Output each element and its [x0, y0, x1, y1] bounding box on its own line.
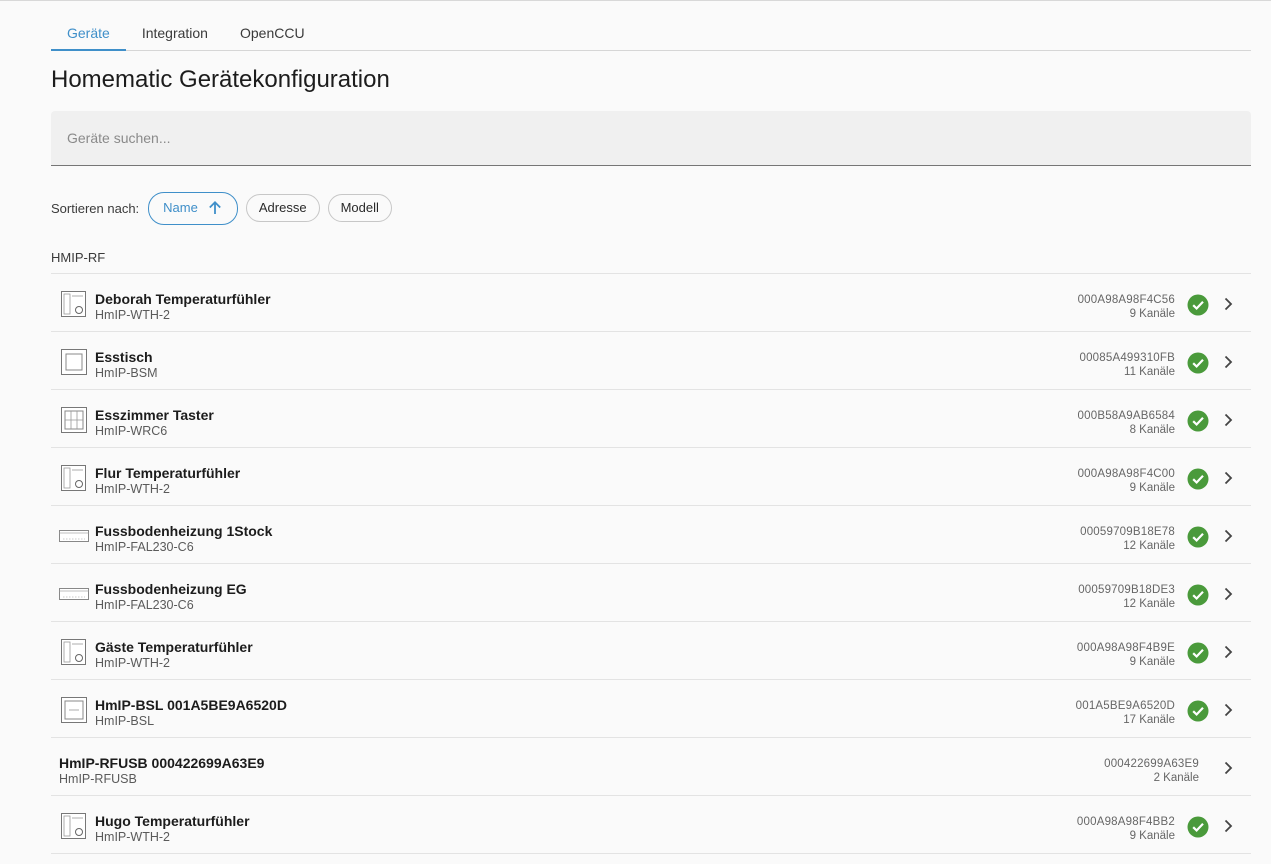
top-divider: [0, 0, 1271, 1]
device-row[interactable]: Deborah Temperaturfühler HmIP-WTH-2 000A…: [51, 274, 1251, 332]
device-address: 000422699A63E9: [1104, 758, 1199, 770]
device-name: Fussbodenheizung EG: [95, 581, 247, 597]
device-model: HmIP-WRC6: [95, 424, 168, 438]
device-channels: 8 Kanäle: [1129, 424, 1175, 436]
device-channels: 9 Kanäle: [1129, 830, 1175, 842]
device-model: HmIP-BSM: [95, 366, 158, 380]
device-channels: 9 Kanäle: [1129, 482, 1175, 494]
device-address: 00059709B18DE3: [1078, 584, 1175, 596]
device-channels: 2 Kanäle: [1153, 772, 1199, 784]
wall-switch-icon: [59, 347, 89, 377]
device-model: HmIP-WTH-2: [95, 308, 170, 322]
check-circle-icon: [1187, 584, 1209, 606]
chevron-right-icon[interactable]: [1221, 297, 1235, 311]
device-address: 001A5BE9A6520D: [1075, 700, 1175, 712]
device-model: HmIP-WTH-2: [95, 656, 170, 670]
check-circle-icon: [1187, 526, 1209, 548]
device-channels: 12 Kanäle: [1123, 540, 1175, 552]
floor-heating-actuator-icon: [59, 579, 89, 609]
check-circle-icon: [1187, 700, 1209, 722]
device-model: HmIP-WTH-2: [95, 830, 170, 844]
chevron-right-icon[interactable]: [1221, 413, 1235, 427]
device-channels: 9 Kanäle: [1129, 656, 1175, 668]
device-address: 000B58A9AB6584: [1077, 410, 1175, 422]
switch-actuator-icon: [59, 695, 89, 725]
remote-6-button-icon: [59, 405, 89, 435]
device-address: 000A98A98F4C00: [1077, 468, 1175, 480]
device-address: 000A98A98F4B9E: [1076, 642, 1175, 654]
device-row[interactable]: Hugo Temperaturfühler HmIP-WTH-2 000A98A…: [51, 796, 1251, 854]
device-row[interactable]: HmIP-BSL 001A5BE9A6520D HmIP-BSL 001A5BE…: [51, 680, 1251, 738]
check-circle-icon: [1187, 816, 1209, 838]
device-name: HmIP-RFUSB 000422699A63E9: [59, 755, 265, 771]
chevron-right-icon[interactable]: [1221, 529, 1235, 543]
tab-openccu[interactable]: OpenCCU: [224, 18, 321, 50]
chevron-right-icon[interactable]: [1221, 819, 1235, 833]
thermostat-icon: [59, 463, 89, 493]
device-name: Gäste Temperaturfühler: [95, 639, 253, 655]
device-row[interactable]: Esszimmer Taster HmIP-WRC6 000B58A9AB658…: [51, 390, 1251, 448]
device-row[interactable]: Fussbodenheizung 1Stock HmIP-FAL230-C6 0…: [51, 506, 1251, 564]
chevron-right-icon[interactable]: [1221, 703, 1235, 717]
device-model: HmIP-BSL: [95, 714, 155, 728]
page-title: Homematic Gerätekonfiguration: [51, 66, 390, 93]
arrow-up-icon: [207, 200, 223, 216]
check-circle-icon: [1187, 352, 1209, 374]
chevron-right-icon[interactable]: [1221, 587, 1235, 601]
chevron-right-icon[interactable]: [1221, 645, 1235, 659]
device-row[interactable]: Fussbodenheizung EG HmIP-FAL230-C6 00059…: [51, 564, 1251, 622]
sort-bar: Sortieren nach: Name Adresse Modell: [51, 191, 400, 225]
chevron-right-icon[interactable]: [1221, 761, 1235, 775]
device-name: Esszimmer Taster: [95, 407, 214, 423]
thermostat-icon: [59, 637, 89, 667]
device-address: 000A98A98F4C56: [1077, 294, 1175, 306]
chevron-right-icon[interactable]: [1221, 355, 1235, 369]
check-circle-icon: [1187, 468, 1209, 490]
device-row[interactable]: Flur Temperaturfühler HmIP-WTH-2 000A98A…: [51, 448, 1251, 506]
thermostat-icon: [59, 811, 89, 841]
device-channels: 17 Kanäle: [1123, 714, 1175, 726]
device-address: 00059709B18E78: [1080, 526, 1175, 538]
device-address: 00085A499310FB: [1079, 352, 1175, 364]
check-circle-icon: [1187, 642, 1209, 664]
tab-geraete[interactable]: Geräte: [51, 18, 126, 51]
device-model: HmIP-FAL230-C6: [95, 540, 194, 554]
tab-integration[interactable]: Integration: [126, 18, 224, 50]
device-list: Deborah Temperaturfühler HmIP-WTH-2 000A…: [51, 273, 1251, 854]
device-name: Deborah Temperaturfühler: [95, 291, 271, 307]
check-circle-icon: [1187, 410, 1209, 432]
device-model: HmIP-FAL230-C6: [95, 598, 194, 612]
search-input[interactable]: [51, 111, 1251, 165]
group-header: HMIP-RF: [51, 250, 106, 265]
device-name: Flur Temperaturfühler: [95, 465, 241, 481]
sort-chip-name[interactable]: Name: [148, 191, 238, 225]
tab-bar: Geräte Integration OpenCCU: [51, 18, 1251, 51]
floor-heating-actuator-icon: [59, 521, 89, 551]
device-row[interactable]: Gäste Temperaturfühler HmIP-WTH-2 000A98…: [51, 622, 1251, 680]
device-channels: 11 Kanäle: [1124, 366, 1175, 378]
sort-chip-label: Name: [163, 200, 198, 215]
device-model: HmIP-WTH-2: [95, 482, 170, 496]
check-circle-icon: [1187, 294, 1209, 316]
device-channels: 9 Kanäle: [1129, 308, 1175, 320]
sort-label: Sortieren nach:: [51, 200, 140, 216]
sort-chip-modell[interactable]: Modell: [327, 194, 392, 222]
device-name: HmIP-BSL 001A5BE9A6520D: [95, 697, 287, 713]
search-field[interactable]: [51, 111, 1251, 166]
device-channels: 12 Kanäle: [1123, 598, 1175, 610]
device-name: Hugo Temperaturfühler: [95, 813, 250, 829]
device-name: Fussbodenheizung 1Stock: [95, 523, 273, 539]
sort-chip-adresse[interactable]: Adresse: [245, 194, 320, 222]
device-model: HmIP-RFUSB: [59, 772, 137, 786]
thermostat-icon: [59, 289, 89, 319]
chevron-right-icon[interactable]: [1221, 471, 1235, 485]
device-address: 000A98A98F4BB2: [1076, 816, 1175, 828]
device-row[interactable]: Esstisch HmIP-BSM 00085A499310FB 11 Kanä…: [51, 332, 1251, 390]
device-row[interactable]: HmIP-RFUSB 000422699A63E9 HmIP-RFUSB 000…: [51, 738, 1251, 796]
device-name: Esstisch: [95, 349, 153, 365]
